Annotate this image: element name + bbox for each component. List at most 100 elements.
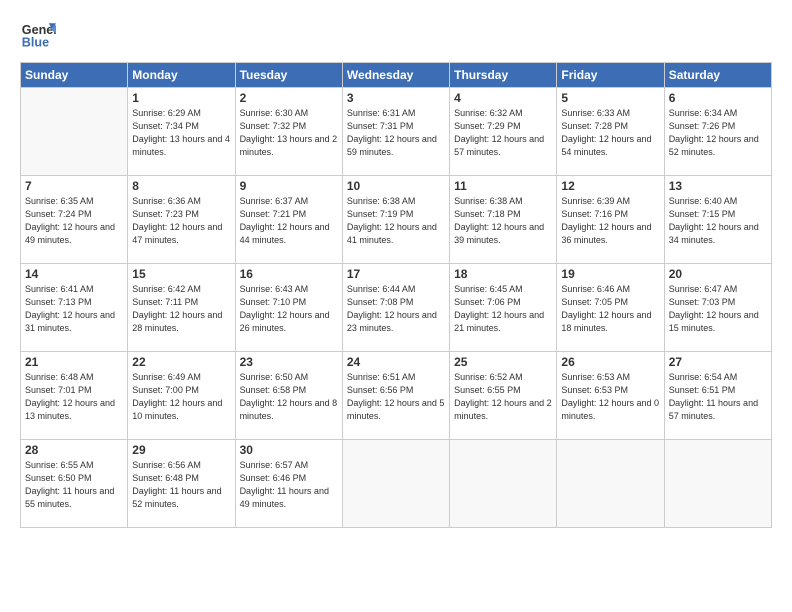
day-info: Sunrise: 6:54 AMSunset: 6:51 PMDaylight:… [669, 371, 767, 423]
header: General Blue [20, 16, 772, 52]
day-cell: 26 Sunrise: 6:53 AMSunset: 6:53 PMDayligh… [557, 352, 664, 440]
day-info: Sunrise: 6:39 AMSunset: 7:16 PMDaylight:… [561, 195, 659, 247]
weekday-header-saturday: Saturday [664, 63, 771, 88]
day-info: Sunrise: 6:30 AMSunset: 7:32 PMDaylight:… [240, 107, 338, 159]
day-cell: 1 Sunrise: 6:29 AMSunset: 7:34 PMDaylight… [128, 88, 235, 176]
weekday-header-friday: Friday [557, 63, 664, 88]
day-cell: 29 Sunrise: 6:56 AMSunset: 6:48 PMDayligh… [128, 440, 235, 528]
day-number: 22 [132, 355, 230, 369]
day-cell: 9 Sunrise: 6:37 AMSunset: 7:21 PMDaylight… [235, 176, 342, 264]
day-number: 29 [132, 443, 230, 457]
day-cell: 6 Sunrise: 6:34 AMSunset: 7:26 PMDaylight… [664, 88, 771, 176]
week-row-3: 21Sunrise: 6:48 AMSunset: 7:01 PMDayligh… [21, 352, 772, 440]
day-info: Sunrise: 6:57 AMSunset: 6:46 PMDaylight:… [240, 459, 338, 511]
day-cell: 18 Sunrise: 6:45 AMSunset: 7:06 PMDayligh… [450, 264, 557, 352]
day-cell: 19 Sunrise: 6:46 AMSunset: 7:05 PMDayligh… [557, 264, 664, 352]
day-info: Sunrise: 6:55 AMSunset: 6:50 PMDaylight:… [25, 459, 123, 511]
day-info: Sunrise: 6:40 AMSunset: 7:15 PMDaylight:… [669, 195, 767, 247]
day-cell: 4Sunrise: 6:32 AMSunset: 7:29 PMDaylight… [450, 88, 557, 176]
weekday-header-sunday: Sunday [21, 63, 128, 88]
logo-icon: General Blue [20, 16, 56, 52]
day-info: Sunrise: 6:44 AMSunset: 7:08 PMDaylight:… [347, 283, 445, 335]
day-number: 11 [454, 179, 552, 193]
day-number: 18 [454, 267, 552, 281]
week-row-0: 1 Sunrise: 6:29 AMSunset: 7:34 PMDaylight… [21, 88, 772, 176]
day-cell [450, 440, 557, 528]
svg-text:Blue: Blue [22, 36, 49, 50]
day-number: 27 [669, 355, 767, 369]
week-row-1: 7Sunrise: 6:35 AMSunset: 7:24 PMDaylight… [21, 176, 772, 264]
day-number: 25 [454, 355, 552, 369]
day-number: 10 [347, 179, 445, 193]
day-number: 20 [669, 267, 767, 281]
day-number: 8 [132, 179, 230, 193]
day-info: Sunrise: 6:47 AMSunset: 7:03 PMDaylight:… [669, 283, 767, 335]
day-info: Sunrise: 6:51 AMSunset: 6:56 PMDaylight:… [347, 371, 445, 423]
weekday-header-tuesday: Tuesday [235, 63, 342, 88]
day-info: Sunrise: 6:34 AMSunset: 7:26 PMDaylight:… [669, 107, 767, 159]
weekday-header-wednesday: Wednesday [342, 63, 449, 88]
day-cell: 7Sunrise: 6:35 AMSunset: 7:24 PMDaylight… [21, 176, 128, 264]
day-cell: 28 Sunrise: 6:55 AMSunset: 6:50 PMDayligh… [21, 440, 128, 528]
day-info: Sunrise: 6:46 AMSunset: 7:05 PMDaylight:… [561, 283, 659, 335]
day-cell: 10 Sunrise: 6:38 AMSunset: 7:19 PMDayligh… [342, 176, 449, 264]
day-info: Sunrise: 6:43 AMSunset: 7:10 PMDaylight:… [240, 283, 338, 335]
day-cell: 5Sunrise: 6:33 AMSunset: 7:28 PMDaylight… [557, 88, 664, 176]
day-cell: 30 Sunrise: 6:57 AMSunset: 6:46 PMDayligh… [235, 440, 342, 528]
day-number: 30 [240, 443, 338, 457]
day-cell: 12 Sunrise: 6:39 AMSunset: 7:16 PMDayligh… [557, 176, 664, 264]
calendar-body: 1 Sunrise: 6:29 AMSunset: 7:34 PMDaylight… [21, 88, 772, 528]
day-cell: 27 Sunrise: 6:54 AMSunset: 6:51 PMDayligh… [664, 352, 771, 440]
day-number: 6 [669, 91, 767, 105]
day-number: 16 [240, 267, 338, 281]
day-cell: 25 Sunrise: 6:52 AMSunset: 6:55 PMDayligh… [450, 352, 557, 440]
week-row-4: 28 Sunrise: 6:55 AMSunset: 6:50 PMDayligh… [21, 440, 772, 528]
day-cell: 21Sunrise: 6:48 AMSunset: 7:01 PMDayligh… [21, 352, 128, 440]
day-number: 12 [561, 179, 659, 193]
day-number: 1 [132, 91, 230, 105]
day-cell [342, 440, 449, 528]
day-number: 26 [561, 355, 659, 369]
day-cell: 17 Sunrise: 6:44 AMSunset: 7:08 PMDayligh… [342, 264, 449, 352]
page: General Blue SundayMondayTuesdayWednesda… [0, 0, 792, 612]
day-info: Sunrise: 6:41 AMSunset: 7:13 PMDaylight:… [25, 283, 123, 335]
day-number: 19 [561, 267, 659, 281]
day-cell: 2 Sunrise: 6:30 AMSunset: 7:32 PMDaylight… [235, 88, 342, 176]
day-cell [557, 440, 664, 528]
logo: General Blue [20, 16, 56, 52]
day-number: 5 [561, 91, 659, 105]
day-info: Sunrise: 6:56 AMSunset: 6:48 PMDaylight:… [132, 459, 230, 511]
day-number: 3 [347, 91, 445, 105]
day-number: 24 [347, 355, 445, 369]
day-number: 28 [25, 443, 123, 457]
day-number: 2 [240, 91, 338, 105]
day-number: 15 [132, 267, 230, 281]
day-number: 17 [347, 267, 445, 281]
day-cell: 8 Sunrise: 6:36 AMSunset: 7:23 PMDaylight… [128, 176, 235, 264]
weekday-header-row: SundayMondayTuesdayWednesdayThursdayFrid… [21, 63, 772, 88]
day-cell: 23 Sunrise: 6:50 AMSunset: 6:58 PMDayligh… [235, 352, 342, 440]
day-info: Sunrise: 6:31 AMSunset: 7:31 PMDaylight:… [347, 107, 445, 159]
day-cell: 15Sunrise: 6:42 AMSunset: 7:11 PMDayligh… [128, 264, 235, 352]
day-number: 14 [25, 267, 123, 281]
day-number: 13 [669, 179, 767, 193]
day-info: Sunrise: 6:45 AMSunset: 7:06 PMDaylight:… [454, 283, 552, 335]
day-info: Sunrise: 6:32 AMSunset: 7:29 PMDaylight:… [454, 107, 552, 159]
day-info: Sunrise: 6:29 AMSunset: 7:34 PMDaylight:… [132, 107, 230, 159]
day-info: Sunrise: 6:53 AMSunset: 6:53 PMDaylight:… [561, 371, 659, 423]
day-info: Sunrise: 6:38 AMSunset: 7:19 PMDaylight:… [347, 195, 445, 247]
day-number: 21 [25, 355, 123, 369]
day-number: 7 [25, 179, 123, 193]
day-info: Sunrise: 6:52 AMSunset: 6:55 PMDaylight:… [454, 371, 552, 423]
day-info: Sunrise: 6:49 AMSunset: 7:00 PMDaylight:… [132, 371, 230, 423]
day-info: Sunrise: 6:36 AMSunset: 7:23 PMDaylight:… [132, 195, 230, 247]
day-info: Sunrise: 6:37 AMSunset: 7:21 PMDaylight:… [240, 195, 338, 247]
day-number: 23 [240, 355, 338, 369]
day-cell: 24 Sunrise: 6:51 AMSunset: 6:56 PMDayligh… [342, 352, 449, 440]
day-cell: 3 Sunrise: 6:31 AMSunset: 7:31 PMDaylight… [342, 88, 449, 176]
day-number: 9 [240, 179, 338, 193]
day-info: Sunrise: 6:50 AMSunset: 6:58 PMDaylight:… [240, 371, 338, 423]
day-cell [21, 88, 128, 176]
day-cell: 16 Sunrise: 6:43 AMSunset: 7:10 PMDayligh… [235, 264, 342, 352]
day-info: Sunrise: 6:38 AMSunset: 7:18 PMDaylight:… [454, 195, 552, 247]
